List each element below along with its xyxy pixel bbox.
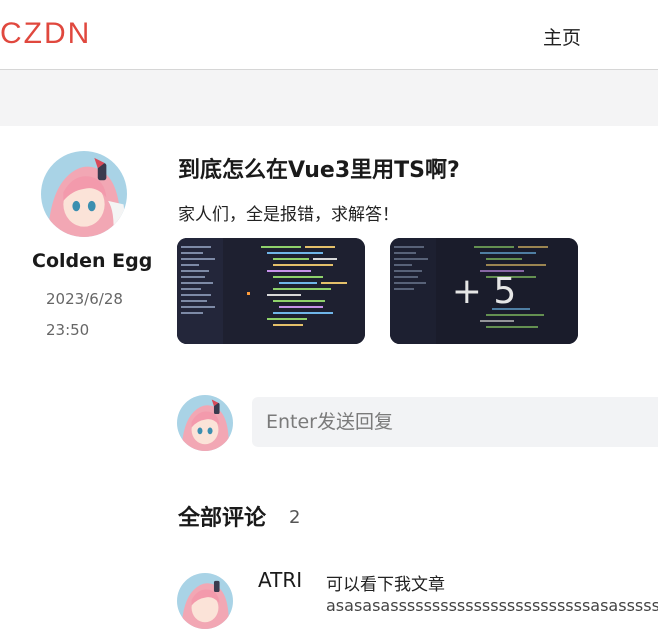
reply-input[interactable] xyxy=(252,397,658,447)
top-header: CZDN 主页 xyxy=(0,0,658,70)
current-user-avatar xyxy=(177,395,233,451)
comment-author-name[interactable]: ATRI xyxy=(258,568,302,592)
comments-count: 2 xyxy=(289,507,301,528)
code-screenshot-icon xyxy=(177,238,365,344)
nav-home-link[interactable]: 主页 xyxy=(543,23,581,50)
post-title: 到底怎么在Vue3里用TS啊? xyxy=(178,158,460,183)
post-body: 家人们，全是报错，求解答！ xyxy=(178,205,399,225)
more-images-count[interactable]: + 5 xyxy=(390,238,578,344)
comment-author-avatar[interactable] xyxy=(177,573,233,629)
author-avatar[interactable] xyxy=(41,151,127,237)
post-date: 2023/6/28 xyxy=(46,290,123,308)
header-spacer-band xyxy=(0,70,658,126)
anime-avatar-icon xyxy=(177,573,233,629)
site-logo[interactable]: CZDN xyxy=(0,16,91,52)
post-time: 23:50 xyxy=(46,321,90,339)
anime-avatar-icon xyxy=(177,395,233,451)
post-image-more-thumbnail[interactable]: + 5 xyxy=(390,238,578,344)
author-name[interactable]: Colden Egg xyxy=(32,250,152,272)
comments-heading: 全部评论 xyxy=(178,506,267,531)
comment-text: 可以看下我文章 xyxy=(326,575,445,595)
post-image-thumbnail[interactable] xyxy=(177,238,365,344)
anime-avatar-icon xyxy=(41,151,127,237)
